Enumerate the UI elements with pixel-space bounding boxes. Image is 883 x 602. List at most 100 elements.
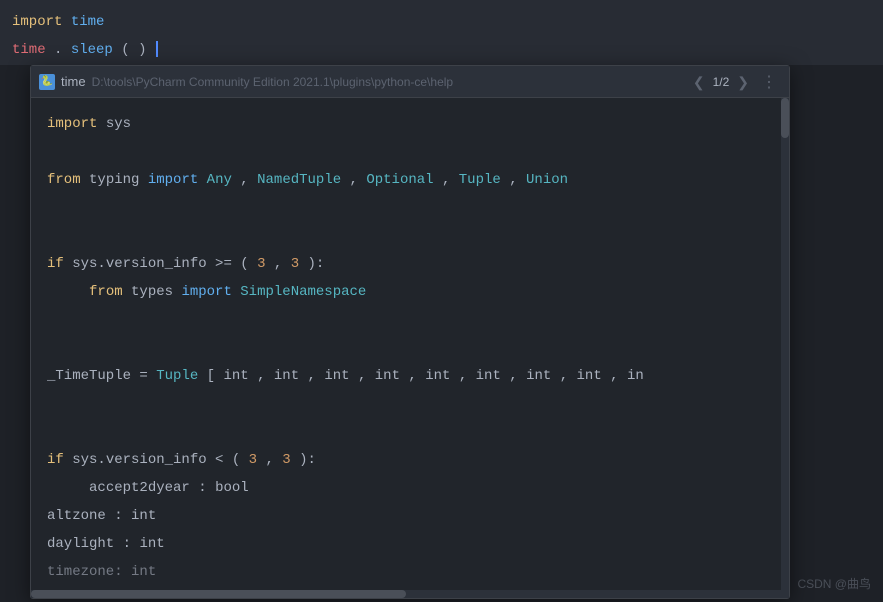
code-int-9: in: [627, 368, 644, 384]
kw-import-3: import: [181, 284, 231, 300]
python-icon: 🐍: [39, 74, 55, 90]
code-num3b: 3: [291, 256, 299, 272]
empty-line-2: [47, 194, 773, 222]
code-c7: ,: [560, 368, 568, 384]
empty-line-3: [47, 222, 773, 250]
code-colon2: :: [114, 508, 122, 524]
code-dot: .: [54, 42, 62, 58]
code-c3: ,: [358, 368, 366, 384]
editor-top-area: import time time . sleep ( ): [0, 0, 883, 65]
kw-import: import: [47, 116, 97, 132]
code-gte: >=: [215, 256, 232, 272]
kw-if-2: if: [47, 452, 64, 468]
popup-header: 🐍 time D:\tools\PyCharm Community Editio…: [31, 66, 789, 98]
empty-line-7: [47, 418, 773, 446]
kw-from: from: [47, 172, 81, 188]
code-colon1: :: [198, 480, 206, 496]
vertical-scrollbar[interactable]: [781, 98, 789, 598]
code-c6: ,: [509, 368, 517, 384]
kw-import-2: import: [148, 172, 198, 188]
code-timezone: timezone:: [47, 564, 123, 580]
code-c1: ,: [257, 368, 265, 384]
kw-if-1: if: [47, 256, 64, 272]
code-num3c: 3: [249, 452, 257, 468]
code-any: Any: [207, 172, 232, 188]
code-colon3: :: [123, 536, 131, 552]
code-c2: ,: [308, 368, 316, 384]
code-line-from-types: from types import SimpleNamespace: [47, 278, 773, 306]
code-sys-version: sys.version_info: [72, 256, 206, 272]
code-line-daylight: daylight : int: [47, 530, 773, 558]
empty-line-5: [47, 334, 773, 362]
nav-count-label: 1/2: [713, 75, 730, 89]
code-paren5: (: [232, 452, 240, 468]
keyword-import: import: [12, 14, 62, 30]
code-comma-2: ,: [350, 172, 358, 188]
code-timetuple-var: _TimeTuple: [47, 368, 131, 384]
code-int-3: int: [324, 368, 349, 384]
empty-line-1: [47, 138, 773, 166]
code-sleep: sleep: [71, 42, 113, 58]
code-paren6: ):: [299, 452, 316, 468]
code-lt: <: [215, 452, 223, 468]
code-paren-close: ): [138, 42, 146, 58]
code-comma5: ,: [274, 256, 282, 272]
documentation-popup: 🐍 time D:\tools\PyCharm Community Editio…: [30, 65, 790, 599]
code-optional: Optional: [366, 172, 433, 188]
code-int-6: int: [476, 368, 501, 384]
module-time: time: [71, 14, 105, 30]
code-line-if-version-gte: if sys.version_info >= ( 3 , 3 ):: [47, 250, 773, 278]
code-comma6: ,: [265, 452, 273, 468]
code-accept2dyear: accept2dyear: [89, 480, 190, 496]
vertical-scrollbar-thumb: [781, 98, 789, 138]
code-c4: ,: [408, 368, 416, 384]
nav-prev-button[interactable]: ❮: [689, 73, 709, 91]
popup-file-path: D:\tools\PyCharm Community Edition 2021.…: [92, 75, 683, 89]
code-int-8: int: [577, 368, 602, 384]
empty-line-6: [47, 390, 773, 418]
code-union: Union: [526, 172, 568, 188]
popup-content: import sys from typing import Any , Name…: [31, 98, 789, 598]
code-line-accept2dyear: accept2dyear : bool: [47, 474, 773, 502]
watermark-text: CSDN @曲鸟: [797, 575, 871, 592]
code-line-from-typing: from typing import Any , NamedTuple , Op…: [47, 166, 773, 194]
code-comma-4: ,: [509, 172, 517, 188]
horizontal-scrollbar[interactable]: [31, 590, 781, 598]
code-sys: sys: [106, 116, 131, 132]
code-line-if-version-lt: if sys.version_info < ( 3 , 3 ):: [47, 446, 773, 474]
code-int-type-1: int: [131, 508, 156, 524]
code-num3a: 3: [257, 256, 265, 272]
code-time-ref: time: [12, 42, 46, 58]
code-tuple: Tuple: [459, 172, 501, 188]
code-paren-open: (: [121, 42, 129, 58]
code-typing: typing: [89, 172, 139, 188]
python-icon-label: 🐍: [41, 76, 53, 88]
more-options-button[interactable]: ⋮: [757, 70, 781, 94]
code-num3d: 3: [282, 452, 290, 468]
code-bracket1: [: [207, 368, 215, 384]
code-sys-version-2: sys.version_info: [72, 452, 206, 468]
code-types: types: [131, 284, 173, 300]
code-simplenamespace: SimpleNamespace: [240, 284, 366, 300]
kw-from-2: from: [89, 284, 123, 300]
popup-module-name: time: [61, 74, 86, 89]
editor-line-2: time . sleep ( ): [12, 36, 871, 64]
code-int-2: int: [274, 368, 299, 384]
code-int-type-3: int: [131, 564, 156, 580]
code-daylight: daylight: [47, 536, 114, 552]
code-line-import-sys: import sys: [47, 110, 773, 138]
code-int-5: int: [425, 368, 450, 384]
code-line-timezone: timezone: int: [47, 558, 773, 586]
code-eq: =: [139, 368, 147, 384]
code-int-type-2: int: [139, 536, 164, 552]
code-c8: ,: [610, 368, 618, 384]
code-line-altzone: altzone : int: [47, 502, 773, 530]
horizontal-scrollbar-thumb: [31, 590, 406, 598]
code-comma-1: ,: [240, 172, 248, 188]
code-line-timetuple: _TimeTuple = Tuple [ int , int , int , i…: [47, 362, 773, 390]
code-paren3: (: [240, 256, 248, 272]
code-int-4: int: [375, 368, 400, 384]
nav-next-button[interactable]: ❯: [733, 73, 753, 91]
code-int-7: int: [526, 368, 551, 384]
code-namedtuple: NamedTuple: [257, 172, 341, 188]
